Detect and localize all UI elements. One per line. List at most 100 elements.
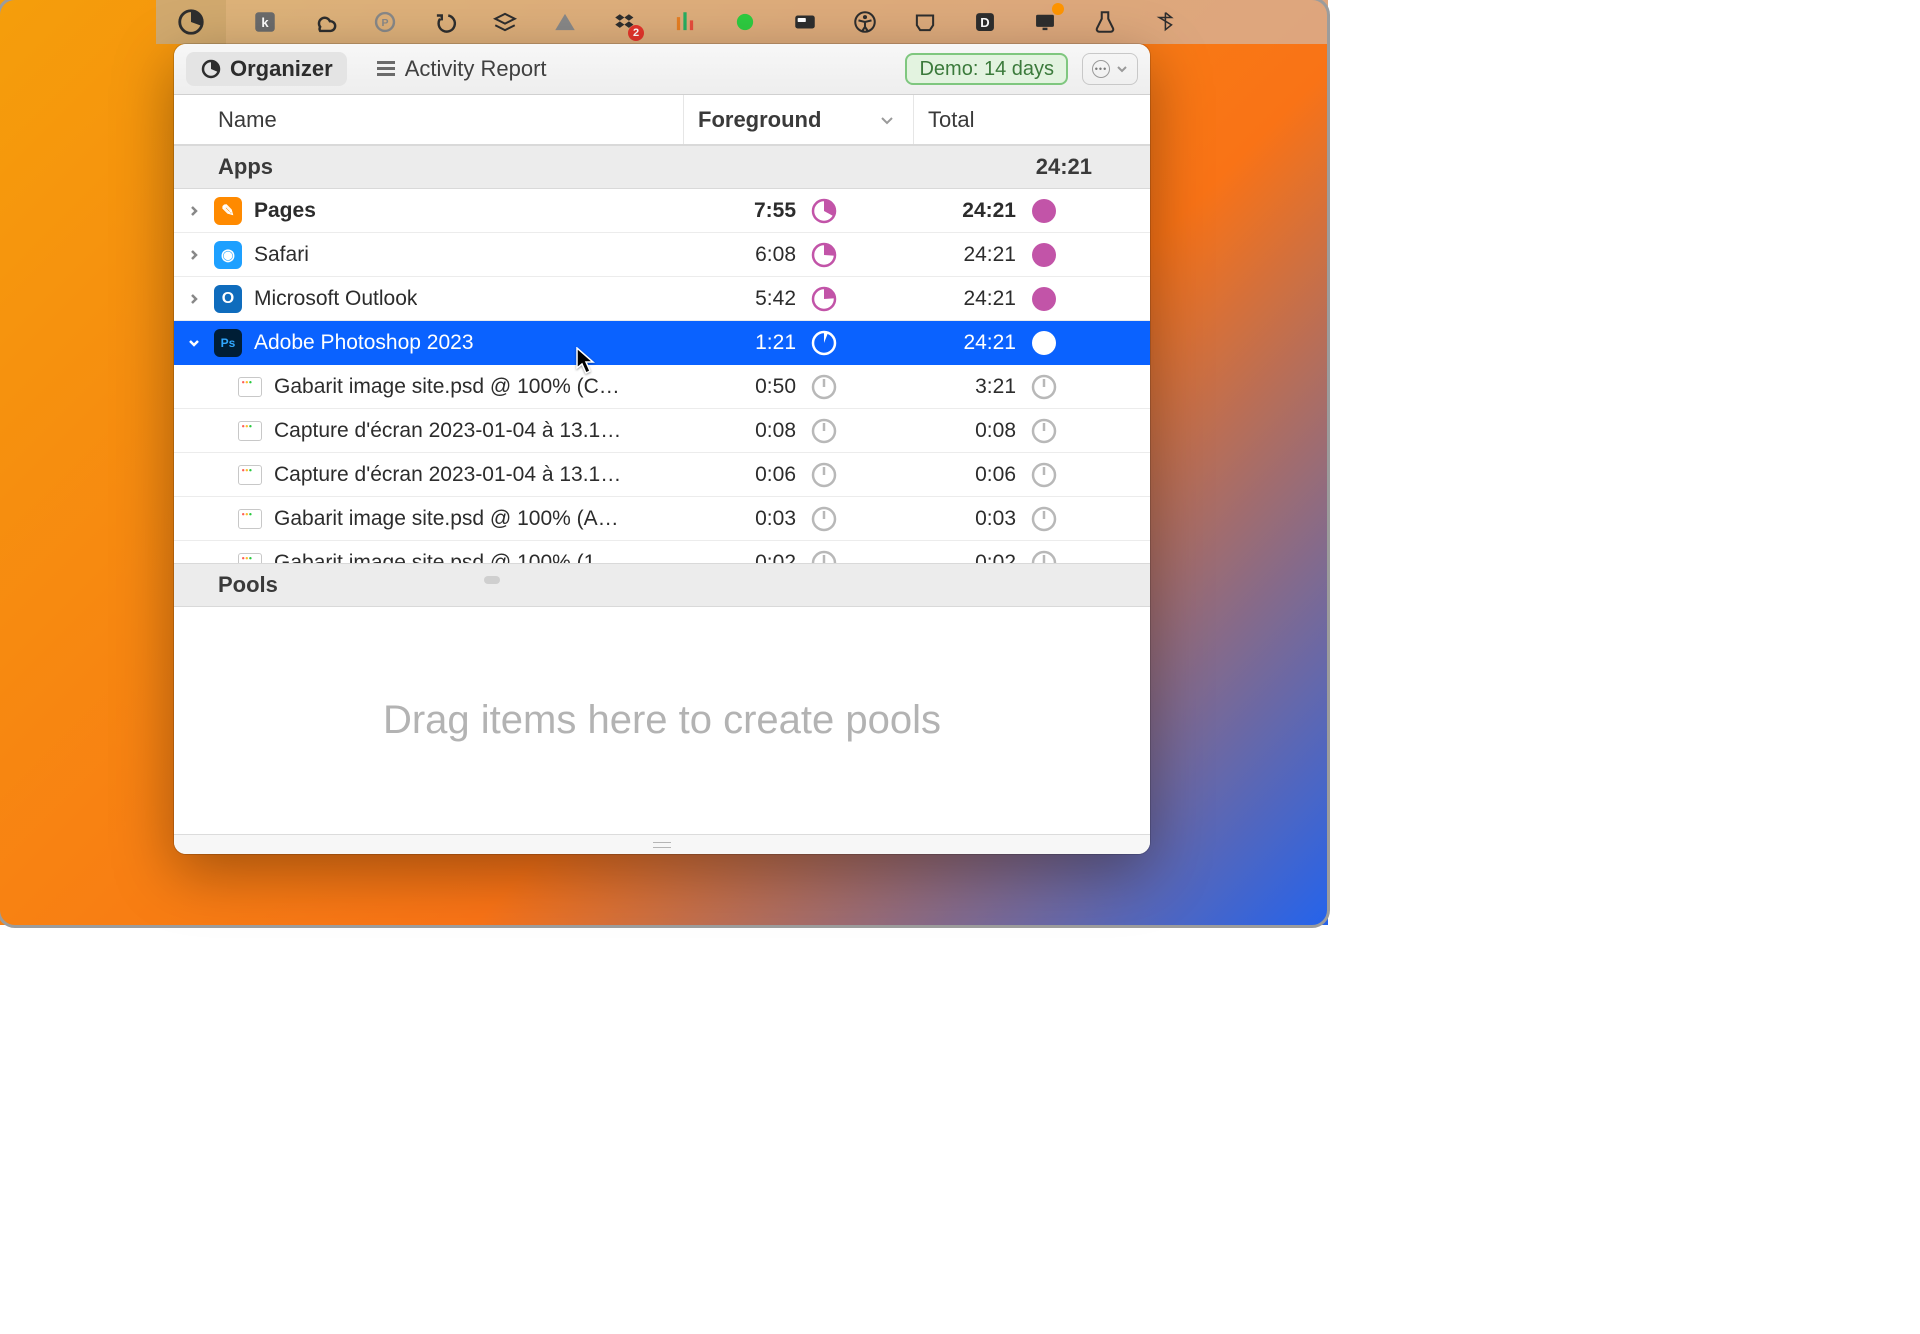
resize-handle-icon — [653, 842, 671, 848]
columns-header: Name Foreground Total — [174, 95, 1150, 145]
timer-pie-icon[interactable] — [156, 0, 226, 44]
toolbar: Organizer Activity Report Demo: 14 days … — [174, 44, 1150, 95]
app-row[interactable]: O Microsoft Outlook 5:42 24:21 — [174, 277, 1150, 321]
pie-icon — [200, 58, 222, 80]
foreground-pie-icon — [804, 286, 844, 312]
document-row[interactable]: Gabarit image site.psd @ 100% (1… 0:02 0… — [174, 541, 1150, 563]
total-time: 0:08 — [904, 419, 1024, 443]
document-name: Gabarit image site.psd @ 100% (C… — [274, 375, 620, 399]
app-icon: Ps — [214, 329, 242, 357]
more-menu-button[interactable]: ••• — [1082, 53, 1138, 85]
foreground-pie-icon — [804, 242, 844, 268]
svg-text:k: k — [261, 15, 269, 30]
column-name[interactable]: Name — [174, 95, 684, 144]
app-icon: O — [214, 285, 242, 313]
apps-section-header: Apps 24:21 — [174, 145, 1150, 189]
pools-drop-zone[interactable]: Drag items here to create pools — [174, 607, 1150, 834]
foreground-time: 1:21 — [684, 331, 804, 355]
display-notify-icon[interactable] — [1028, 5, 1062, 39]
foreground-clock-icon — [804, 462, 844, 488]
total-time: 24:21 — [904, 287, 1024, 311]
window-resize-bar[interactable] — [174, 834, 1150, 854]
organizer-tab[interactable]: Organizer — [186, 52, 347, 86]
document-name: Capture d'écran 2023-01-04 à 13.1… — [274, 463, 621, 487]
svg-text:P: P — [381, 17, 388, 29]
foreground-pie-icon — [804, 198, 844, 224]
app-name: Safari — [254, 243, 309, 267]
pools-hint: Drag items here to create pools — [174, 607, 1150, 834]
total-dot-icon — [1024, 330, 1064, 356]
document-icon — [238, 509, 262, 529]
document-row[interactable]: Gabarit image site.psd @ 100% (A… 0:03 0… — [174, 497, 1150, 541]
splitter-handle[interactable] — [484, 576, 500, 584]
menubar: k P 2 D — [156, 0, 1328, 44]
column-total[interactable]: Total — [914, 95, 1150, 144]
dropbox-icon[interactable]: 2 — [608, 5, 642, 39]
triangle-icon[interactable] — [548, 5, 582, 39]
document-name: Gabarit image site.psd @ 100% (1… — [274, 551, 616, 564]
accessibility-icon[interactable] — [848, 5, 882, 39]
document-row[interactable]: Capture d'écran 2023-01-04 à 13.1… 0:08 … — [174, 409, 1150, 453]
p-circle-icon[interactable]: P — [368, 5, 402, 39]
foreground-clock-icon — [804, 418, 844, 444]
d-icon[interactable]: D — [968, 5, 1002, 39]
activity-report-label: Activity Report — [405, 56, 547, 82]
chevron-down-icon — [1116, 63, 1128, 75]
undo-icon[interactable] — [428, 5, 462, 39]
document-icon — [238, 421, 262, 441]
total-clock-icon — [1024, 462, 1064, 488]
creative-cloud-icon[interactable] — [308, 5, 342, 39]
foreground-time: 0:50 — [684, 375, 804, 399]
organizer-label: Organizer — [230, 56, 333, 82]
foreground-clock-icon — [804, 374, 844, 400]
disclosure-arrow-icon[interactable] — [174, 248, 214, 262]
disclosure-arrow-icon[interactable] — [174, 336, 214, 350]
app-row[interactable]: ✎ Pages 7:55 24:21 — [174, 189, 1150, 233]
foreground-time: 0:08 — [684, 419, 804, 443]
list-icon — [375, 58, 397, 80]
app-icon: ◉ — [214, 241, 242, 269]
document-name: Capture d'écran 2023-01-04 à 13.1… — [274, 419, 621, 443]
sort-chevron-down-icon — [879, 112, 895, 128]
app-row[interactable]: ◉ Safari 6:08 24:21 — [174, 233, 1150, 277]
foreground-time: 7:55 — [684, 199, 804, 223]
total-dot-icon — [1024, 198, 1064, 224]
app-window: Organizer Activity Report Demo: 14 days … — [174, 44, 1150, 854]
tray-icon[interactable] — [908, 5, 942, 39]
wallet-icon[interactable] — [788, 5, 822, 39]
app-row[interactable]: Ps Adobe Photoshop 2023 1:21 24:21 — [174, 321, 1150, 365]
document-row[interactable]: Gabarit image site.psd @ 100% (C… 0:50 3… — [174, 365, 1150, 409]
bluetooth-icon[interactable] — [1148, 5, 1182, 39]
column-foreground[interactable]: Foreground — [684, 95, 914, 144]
document-icon — [238, 465, 262, 485]
dropbox-badge: 2 — [628, 25, 644, 41]
foreground-time: 5:42 — [684, 287, 804, 311]
foreground-time: 0:02 — [684, 551, 804, 564]
levels-icon[interactable] — [668, 5, 702, 39]
document-icon — [238, 553, 262, 564]
app-name: Pages — [254, 199, 316, 223]
disclosure-arrow-icon[interactable] — [174, 292, 214, 306]
demo-badge[interactable]: Demo: 14 days — [905, 53, 1068, 85]
total-time: 0:06 — [904, 463, 1024, 487]
apps-total-time: 24:21 — [1036, 154, 1092, 180]
app-name: Adobe Photoshop 2023 — [254, 331, 474, 355]
total-time: 24:21 — [904, 199, 1024, 223]
green-dot-icon[interactable] — [728, 5, 762, 39]
foreground-time: 0:03 — [684, 507, 804, 531]
beaker-icon[interactable] — [1088, 5, 1122, 39]
document-row[interactable]: Capture d'écran 2023-01-04 à 13.1… 0:06 … — [174, 453, 1150, 497]
disclosure-arrow-icon[interactable] — [174, 204, 214, 218]
app-name: Microsoft Outlook — [254, 287, 417, 311]
total-time: 3:21 — [904, 375, 1024, 399]
total-time: 24:21 — [904, 331, 1024, 355]
foreground-time: 0:06 — [684, 463, 804, 487]
total-dot-icon — [1024, 242, 1064, 268]
total-clock-icon — [1024, 418, 1064, 444]
stack-icon[interactable] — [488, 5, 522, 39]
total-time: 0:02 — [904, 551, 1024, 564]
partial-row: Gabarit image site.psd @ 100% (1… 0:02 0… — [174, 541, 1150, 563]
foreground-clock-icon — [804, 506, 844, 532]
k-icon[interactable]: k — [248, 5, 282, 39]
activity-report-tab[interactable]: Activity Report — [361, 52, 561, 86]
